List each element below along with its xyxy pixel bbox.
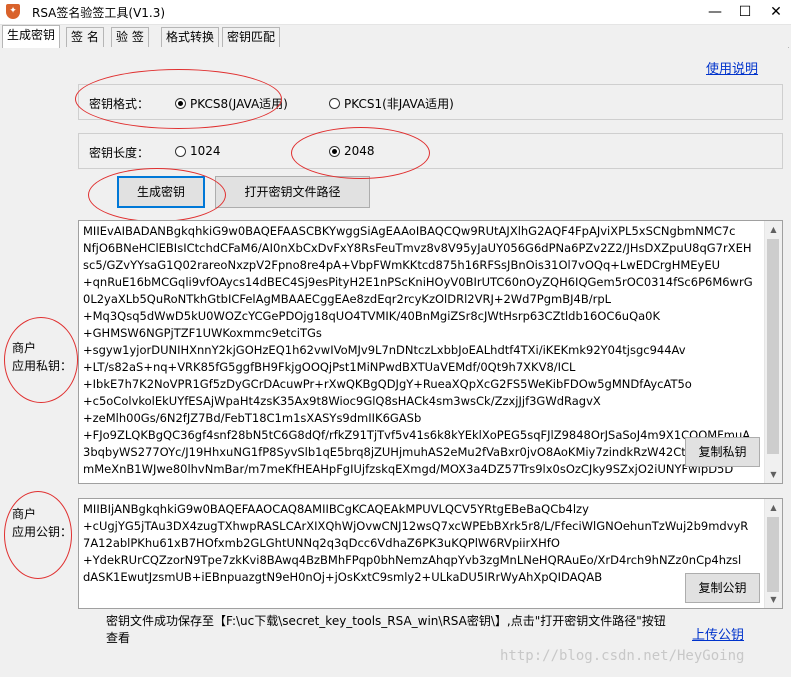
private-key-label-line2: 应用私钥： — [12, 359, 73, 373]
radio-checked-icon — [329, 145, 340, 157]
key-format-group: 密钥格式： PKCS8(JAVA适用) PKCS1(非JAVA适用) — [78, 84, 783, 120]
radio-pkcs8[interactable]: PKCS8(JAVA适用) — [175, 95, 288, 112]
tab-verify[interactable]: 验 签 — [111, 27, 149, 47]
status-message-line1: 密钥文件成功保存至【F:\uc下载\secret_key_tools_RSA_w… — [106, 614, 666, 628]
public-key-scrollbar[interactable]: ▲ ▼ — [764, 499, 782, 608]
private-key-text[interactable]: MIIEvAIBADANBgkqhkiG9w0BAQEFAASCBKYwggSi… — [83, 223, 760, 478]
scroll-thumb[interactable] — [767, 239, 779, 454]
upload-public-key-link[interactable]: 上传公钥 — [692, 624, 744, 643]
help-link[interactable]: 使用说明 — [706, 58, 758, 77]
radio-pkcs1[interactable]: PKCS1(非JAVA适用) — [329, 95, 454, 112]
public-key-textbox[interactable]: MIIBIjANBgkqhkiG9w0BAQEFAAOCAQ8AMIIBCgKC… — [78, 498, 783, 609]
minimize-icon[interactable]: — — [700, 0, 730, 24]
radio-checked-icon — [175, 98, 186, 109]
tab-format-convert[interactable]: 格式转换 — [161, 27, 220, 47]
generate-key-button[interactable]: 生成密钥 — [117, 176, 205, 208]
tab-sign[interactable]: 签 名 — [66, 27, 104, 47]
radio-1024-label: 1024 — [190, 144, 221, 158]
status-message-line2: 查看 — [106, 631, 131, 645]
radio-unchecked-icon — [329, 98, 340, 109]
title-bar: ✦ RSA签名验签工具(V1.3) — ☐ ✕ — [0, 0, 791, 25]
generate-key-panel: 使用说明 密钥格式： PKCS8(JAVA适用) PKCS1(非JAVA适用) … — [2, 47, 788, 675]
radio-pkcs8-label: PKCS8(JAVA适用) — [190, 97, 288, 111]
radio-2048[interactable]: 2048 — [329, 144, 375, 158]
scroll-down-icon[interactable]: ▼ — [765, 591, 782, 608]
public-key-label-line1: 商户 — [12, 507, 37, 521]
key-format-label: 密钥格式： — [89, 97, 150, 111]
copy-private-key-button[interactable]: 复制私钥 — [685, 437, 760, 467]
public-key-text[interactable]: MIIBIjANBgkqhkiG9w0BAQEFAAOCAQ8AMIIBCgKC… — [83, 501, 760, 586]
public-key-label-line2: 应用公钥： — [12, 525, 73, 539]
watermark-text: http://blog.csdn.net/HeyGoing — [500, 648, 745, 664]
private-key-textbox[interactable]: MIIEvAIBADANBgkqhkiG9w0BAQEFAASCBKYwggSi… — [78, 220, 783, 484]
scroll-thumb[interactable] — [767, 517, 779, 592]
tab-generate-key[interactable]: 生成密钥 — [2, 25, 61, 48]
radio-2048-label: 2048 — [344, 144, 375, 158]
open-key-path-button[interactable]: 打开密钥文件路径 — [215, 176, 370, 208]
radio-unchecked-icon — [175, 145, 186, 157]
window-title: RSA签名验签工具(V1.3) — [32, 6, 166, 20]
scroll-up-icon[interactable]: ▲ — [765, 221, 782, 238]
key-length-group: 密钥长度： 1024 2048 — [78, 133, 783, 169]
shield-app-icon: ✦ — [6, 4, 20, 19]
maximize-icon[interactable]: ☐ — [730, 0, 760, 24]
tab-key-match[interactable]: 密钥匹配 — [222, 27, 281, 47]
private-key-label-line1: 商户 — [12, 341, 37, 355]
tab-bar: 生成密钥 签 名 验 签 格式转换 密钥匹配 — [2, 25, 789, 48]
close-icon[interactable]: ✕ — [761, 0, 791, 24]
scroll-up-icon[interactable]: ▲ — [765, 499, 782, 516]
radio-pkcs1-label: PKCS1(非JAVA适用) — [344, 97, 454, 111]
key-length-label: 密钥长度： — [89, 146, 150, 160]
scroll-down-icon[interactable]: ▼ — [765, 466, 782, 483]
radio-1024[interactable]: 1024 — [175, 144, 221, 158]
private-key-scrollbar[interactable]: ▲ ▼ — [764, 221, 782, 483]
copy-public-key-button[interactable]: 复制公钥 — [685, 573, 760, 603]
